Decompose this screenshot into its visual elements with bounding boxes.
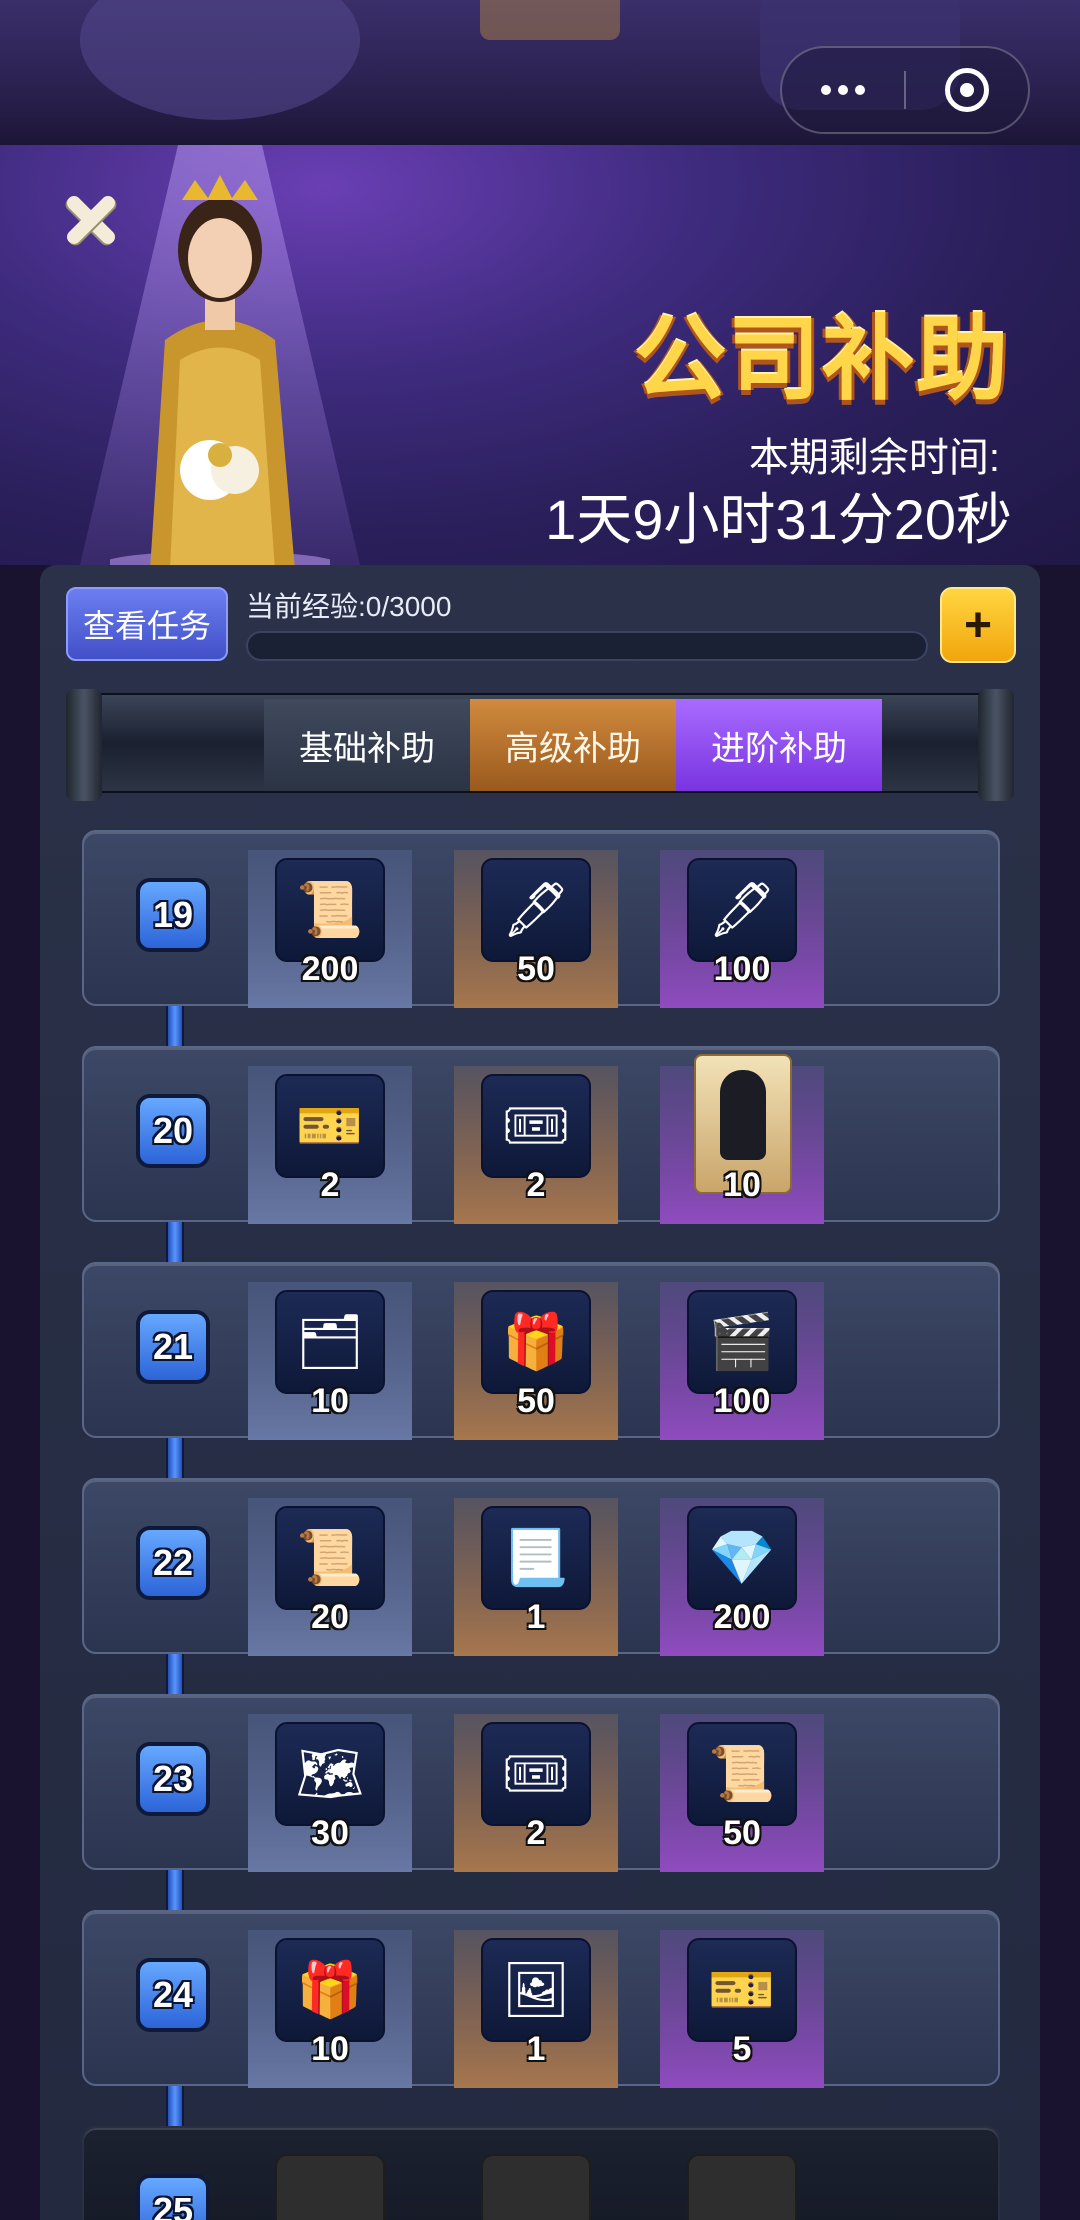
view-tasks-button[interactable]: 查看任务 <box>66 587 228 661</box>
reward-quantity: 2 <box>320 1166 340 1204</box>
diamond-icon: 💎 <box>687 1506 797 1610</box>
reward-slot[interactable]: 📜 50 <box>660 1714 824 1872</box>
reward-quantity: 50 <box>517 950 555 988</box>
reward-slot[interactable] <box>248 2146 412 2220</box>
level-badge: 19 <box>136 878 210 952</box>
contract-icon: 📜 <box>275 858 385 962</box>
reward-slot[interactable]: 🖋 100 <box>660 850 824 1008</box>
reward-slot[interactable]: 🗂 10 <box>248 1282 412 1440</box>
reward-slot[interactable]: 📜 200 <box>248 850 412 1008</box>
page-title: 公司补助 <box>633 309 1010 411</box>
experience-label: 当前经验:0/3000 <box>246 591 452 622</box>
photo-card-icon: 🖼 <box>481 1938 591 2042</box>
reward-quantity: 200 <box>301 950 359 988</box>
level-badge: 24 <box>136 1958 210 2032</box>
reward-quantity: 50 <box>517 1382 555 1420</box>
level-badge: 20 <box>136 1094 210 1168</box>
reward-row: 🗂 10 🎁 50 🎬 100 <box>82 1262 1000 1440</box>
miniprogram-capsule <box>780 46 1030 134</box>
reward-quantity: 20 <box>311 1598 349 1636</box>
remaining-time-value: 1天9小时31分20秒 <box>545 488 1012 551</box>
reward-slot[interactable]: 10 <box>660 1054 824 1224</box>
level-badge: 22 <box>136 1526 210 1600</box>
level-badge: 23 <box>136 1742 210 1816</box>
orange-ticket-icon: 🎫 <box>275 1074 385 1178</box>
scroll-icon: 📃 <box>481 1506 591 1610</box>
gift-box-icon: 🎁 <box>481 1290 591 1394</box>
reward-row: 📜 20 📃 1 💎 200 <box>82 1478 1000 1656</box>
reward-quantity: 10 <box>311 2030 349 2068</box>
reward-slot[interactable]: 🎬 100 <box>660 1282 824 1440</box>
locked-item-icon <box>481 2154 591 2220</box>
reward-slot[interactable]: 🎟 2 <box>454 1066 618 1224</box>
reward-quantity: 10 <box>723 1166 761 1204</box>
reward-quantity: 2 <box>526 1166 546 1204</box>
reward-slot[interactable]: 📃 1 <box>454 1498 618 1656</box>
game-scene-background <box>0 0 1080 145</box>
work-order-icon: 📜 <box>275 1506 385 1610</box>
reward-slot[interactable]: 🗺 30 <box>248 1714 412 1872</box>
red-tickets-icon: 🎫 <box>687 1938 797 2042</box>
character-portrait <box>110 175 330 570</box>
reward-quantity: 200 <box>713 1598 771 1636</box>
reward-quantity: 30 <box>311 1814 349 1852</box>
reward-quantity: 5 <box>732 2030 752 2068</box>
reward-slot[interactable]: 🖋 50 <box>454 850 618 1008</box>
reward-slot[interactable]: 🎟 2 <box>454 1714 618 1872</box>
mystery-ticket-icon: 🎟 <box>481 1074 591 1178</box>
close-miniprogram-icon[interactable] <box>906 68 1028 112</box>
reward-row: 📜 200 🖋 50 🖋 100 <box>82 830 1000 1008</box>
locked-card-icon <box>687 2154 797 2220</box>
blue-cards-icon: 🗂 <box>275 1290 385 1394</box>
reward-row: 🎫 2 🎟 2 10 <box>82 1046 1000 1224</box>
reward-quantity: 100 <box>713 1382 771 1420</box>
gift-box-icon: 🎁 <box>275 1938 385 2042</box>
reward-slot[interactable]: 🎫 2 <box>248 1066 412 1224</box>
more-icon[interactable] <box>782 85 904 95</box>
reward-slot[interactable]: 💎 200 <box>660 1498 824 1656</box>
level-badge: 21 <box>136 1310 210 1384</box>
subsidy-panel: 查看任务 当前经验:0/3000 + 基础补助 高级补助 进阶补助 📜 200 🖋 5… <box>40 565 1040 2220</box>
reward-row <box>82 2126 1000 2220</box>
reward-slot[interactable]: 📜 20 <box>248 1498 412 1656</box>
reward-quantity: 10 <box>311 1382 349 1420</box>
reward-slot[interactable]: 🎁 10 <box>248 1930 412 2088</box>
reward-quantity: 100 <box>713 950 771 988</box>
mystery-ticket-icon: 🎟 <box>481 1722 591 1826</box>
reward-quantity: 1 <box>526 2030 546 2068</box>
clapperboard-icon: 🎬 <box>687 1290 797 1394</box>
add-experience-button[interactable]: + <box>940 587 1016 663</box>
subsidy-tab-bar: 基础补助 高级补助 进阶补助 <box>66 689 1014 801</box>
ink-quill-icon: 🖋 <box>687 858 797 962</box>
reward-slot[interactable]: 🎁 50 <box>454 1282 618 1440</box>
tab-advanced-subsidy[interactable]: 高级补助 <box>470 699 676 791</box>
tab-basic-subsidy[interactable]: 基础补助 <box>264 699 470 791</box>
tab-premium-subsidy[interactable]: 进阶补助 <box>676 699 882 791</box>
ink-quill-icon: 🖋 <box>481 858 591 962</box>
reward-quantity: 2 <box>526 1814 546 1852</box>
reward-slot[interactable]: 🎫 5 <box>660 1930 824 2088</box>
experience-progress-bar <box>246 631 928 661</box>
reward-slot[interactable]: 🖼 1 <box>454 1930 618 2088</box>
locked-item-icon <box>275 2154 385 2220</box>
reward-quantity: 1 <box>526 1598 546 1636</box>
level-badge: 25 <box>136 2174 210 2220</box>
subsidy-header: 公司补助 本期剩余时间: 1天9小时31分20秒 <box>0 145 1080 570</box>
reward-quantity: 50 <box>723 1814 761 1852</box>
reward-row: 🎁 10 🖼 1 🎫 5 <box>82 1910 1000 2088</box>
reward-row: 🗺 30 🎟 2 📜 50 <box>82 1694 1000 1872</box>
blueprint-icon: 🗺 <box>275 1722 385 1826</box>
reward-slot[interactable] <box>454 2146 618 2220</box>
reward-slot[interactable] <box>660 2146 824 2220</box>
work-order-icon: 📜 <box>687 1722 797 1826</box>
